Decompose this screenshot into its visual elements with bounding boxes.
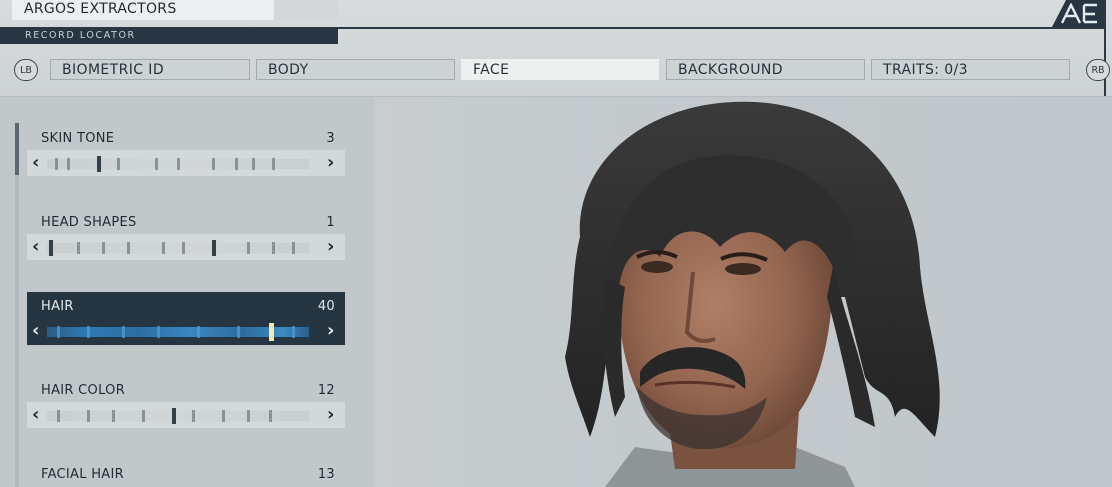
chevron-left-icon[interactable]: ‹ [32,319,39,343]
slider-track[interactable]: ‹ › [27,234,345,260]
head-shape-swatches[interactable] [47,240,309,256]
slider-value: 40 [317,299,335,314]
chevron-right-icon[interactable]: › [327,151,334,175]
options-scrollbar-track[interactable] [15,123,19,487]
slider-track[interactable]: ‹ › [27,318,345,344]
chevron-right-icon[interactable]: › [327,319,334,343]
chevron-right-icon[interactable]: › [327,403,334,427]
slider-value: 3 [326,131,335,146]
lb-button[interactable]: LB [14,59,38,81]
slider-value: 1 [326,215,335,230]
slider-label: HAIR [41,299,74,314]
chevron-left-icon[interactable]: ‹ [32,151,39,175]
slider-track[interactable]: ‹ › [27,402,345,428]
header-right-rail [1104,0,1106,96]
slider-track[interactable]: ‹ › [27,150,345,176]
chevron-left-icon[interactable]: ‹ [32,403,39,427]
ae-logo-icon [1052,0,1104,27]
facial-hair-slider[interactable]: FACIAL HAIR 13 [27,460,345,487]
slider-label: FACIAL HAIR [41,467,124,482]
character-face-illustration [565,101,940,487]
slider-label: HEAD SHAPES [41,215,137,230]
slider-value: 12 [317,383,335,398]
company-title: ARGOS EXTRACTORS [12,0,274,20]
chevron-left-icon[interactable]: ‹ [32,235,39,259]
chevron-right-icon[interactable]: › [327,235,334,259]
tab-body[interactable]: BODY [256,59,455,80]
rb-button[interactable]: RB [1086,59,1110,81]
skin-tone-swatches[interactable] [47,156,309,172]
title-box-extension [274,0,338,20]
hair-style-swatches[interactable] [47,323,309,341]
hair-color-slider[interactable]: HAIR COLOR 12 ‹ › [27,376,345,429]
slider-label: SKIN TONE [41,131,115,146]
hair-slider[interactable]: HAIR 40 ‹ › [27,292,345,345]
tab-face[interactable]: FACE [461,59,659,80]
tab-traits[interactable]: TRAITS: 0/3 [871,59,1070,80]
character-creator-header: ARGOS EXTRACTORS RECORD LOCATOR LB BIOME… [0,0,1112,97]
tab-background[interactable]: BACKGROUND [666,59,865,80]
slider-label: HAIR COLOR [41,383,126,398]
skin-tone-slider[interactable]: SKIN TONE 3 ‹ › [27,124,345,177]
hair-color-swatches[interactable] [47,408,309,424]
slider-value: 13 [317,467,335,482]
head-shapes-slider[interactable]: HEAD SHAPES 1 ‹ › [27,208,345,261]
options-scrollbar-thumb[interactable] [15,123,19,175]
character-portrait [375,97,1112,487]
record-locator-label: RECORD LOCATOR [0,28,338,44]
tab-biometric-id[interactable]: BIOMETRIC ID [50,59,250,80]
